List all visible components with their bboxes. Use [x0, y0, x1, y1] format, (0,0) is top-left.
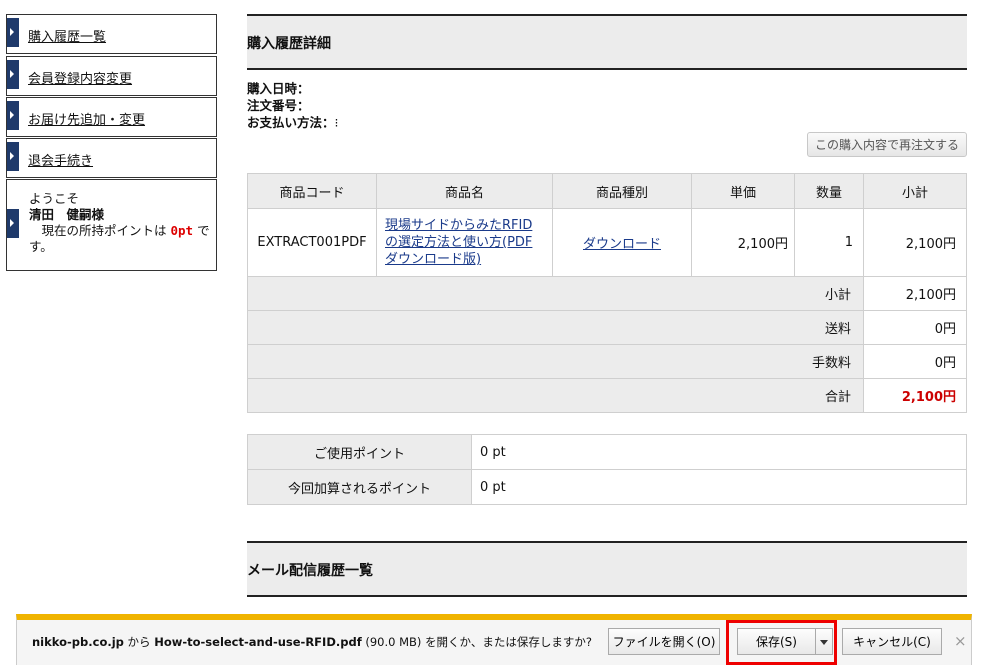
points-label: ご使用ポイント	[247, 434, 472, 470]
summary-row: 送料 0円	[247, 310, 967, 345]
table-row: 今回加算されるポイント 0 pt	[247, 469, 967, 505]
points-suffix2: す。	[29, 239, 53, 254]
points-prefix: 現在の所持ポイントは	[29, 223, 167, 238]
download-question: を開くか、または保存しますか?	[425, 635, 592, 649]
total-value: 2,100円	[863, 378, 967, 413]
product-type-cell: ダウンロード	[552, 208, 692, 277]
summary-row: 合計 2,100円	[247, 378, 967, 413]
column-header: 数量	[794, 173, 864, 209]
nav-arrow-icon	[7, 101, 19, 130]
product-code: EXTRACT001PDF	[247, 208, 377, 277]
sidebar-item-delivery-address[interactable]: お届け先追加・変更	[6, 97, 217, 137]
download-site: nikko-pb.co.jp	[32, 635, 124, 649]
points-suffix: で	[197, 223, 210, 238]
points-value: 0pt	[170, 223, 194, 238]
download-bar: nikko-pb.co.jp から How-to-select-and-use-…	[16, 614, 972, 665]
page-title: 購入履歴詳細	[247, 36, 331, 52]
sidebar-item-label[interactable]: お届け先追加・変更	[28, 109, 145, 128]
payment-label: お支払い方法：	[247, 115, 335, 130]
nav-arrow-icon	[7, 142, 19, 171]
download-size: (90.0 MB)	[365, 635, 422, 649]
reorder-button[interactable]: この購入内容で再注文する	[807, 132, 967, 157]
nav-arrow-icon	[7, 60, 19, 89]
download-file: How-to-select-and-use-RFID.pdf	[154, 635, 362, 649]
points-value: 0 pt	[471, 469, 967, 505]
cancel-button[interactable]: キャンセル(C)	[842, 628, 942, 655]
column-header: 商品種別	[552, 173, 692, 209]
points-value: 0 pt	[471, 434, 967, 470]
order-info: 購入日時： 注文番号： お支払い方法：⁝	[247, 80, 339, 131]
mail-history-header: メール配信履歴一覧	[247, 541, 967, 597]
summary-label: 小計	[247, 276, 864, 311]
user-name: 清田 健嗣様	[29, 207, 105, 222]
download-from: から	[127, 635, 151, 649]
nav-arrow-icon	[7, 209, 19, 238]
column-header: 小計	[863, 173, 967, 209]
order-table: 商品コード 商品名 商品種別 単価 数量 小計 EXTRACT001PDF 現場…	[247, 173, 967, 413]
order-number-label: 注文番号：	[247, 98, 310, 113]
table-row: EXTRACT001PDF 現場サイドからみたRFIDの選定方法と使い方(PDF…	[247, 208, 967, 277]
sidebar-item-withdraw[interactable]: 退会手続き	[6, 138, 217, 178]
welcome-greeting: ようこそ	[29, 191, 80, 206]
detail-header: 購入履歴詳細	[247, 14, 967, 70]
close-icon[interactable]: ×	[954, 632, 967, 650]
points-table: ご使用ポイント 0 pt 今回加算されるポイント 0 pt	[247, 434, 967, 505]
sidebar-item-member-info[interactable]: 会員登録内容変更	[6, 56, 217, 96]
product-type-link[interactable]: ダウンロード	[583, 237, 661, 252]
table-row: ご使用ポイント 0 pt	[247, 434, 967, 470]
column-header: 単価	[691, 173, 795, 209]
welcome-box: ようこそ 清田 健嗣様 現在の所持ポイントは 0pt で す。	[6, 179, 217, 271]
save-highlight-box	[726, 620, 837, 665]
payment-line: お支払い方法：⁝	[247, 114, 339, 131]
summary-label: 合計	[247, 378, 864, 413]
summary-row: 小計 2,100円	[247, 276, 967, 311]
payment-value: ⁝	[334, 115, 339, 130]
nav-arrow-icon	[7, 18, 19, 47]
sidebar-item-purchase-history[interactable]: 購入履歴一覧	[6, 14, 217, 54]
open-file-button[interactable]: ファイルを開く(O)	[608, 628, 720, 655]
summary-label: 送料	[247, 310, 864, 345]
unit-price: 2,100円	[691, 208, 795, 277]
summary-label: 手数料	[247, 344, 864, 379]
sidebar-item-label[interactable]: 購入履歴一覧	[28, 26, 106, 45]
summary-row: 手数料 0円	[247, 344, 967, 379]
column-header: 商品名	[376, 173, 553, 209]
download-message: nikko-pb.co.jp から How-to-select-and-use-…	[32, 634, 592, 650]
summary-value: 0円	[863, 310, 967, 345]
product-name-link[interactable]: 現場サイドからみたRFIDの選定方法と使い方(PDFダウンロード版)	[385, 218, 532, 267]
summary-value: 2,100円	[863, 276, 967, 311]
column-header: 商品コード	[247, 173, 377, 209]
points-line: 現在の所持ポイントは 0pt で す。	[29, 223, 214, 255]
sidebar-item-label[interactable]: 会員登録内容変更	[28, 68, 132, 87]
summary-value: 0円	[863, 344, 967, 379]
line-subtotal: 2,100円	[863, 208, 967, 277]
sidebar-item-label[interactable]: 退会手続き	[28, 150, 93, 169]
section-title: メール配信履歴一覧	[247, 563, 373, 579]
product-name-cell: 現場サイドからみたRFIDの選定方法と使い方(PDFダウンロード版)	[376, 208, 553, 277]
purchase-date-label: 購入日時：	[247, 81, 310, 96]
points-label: 今回加算されるポイント	[247, 469, 472, 505]
table-header-row: 商品コード 商品名 商品種別 単価 数量 小計	[247, 173, 967, 209]
quantity: 1	[794, 208, 864, 277]
